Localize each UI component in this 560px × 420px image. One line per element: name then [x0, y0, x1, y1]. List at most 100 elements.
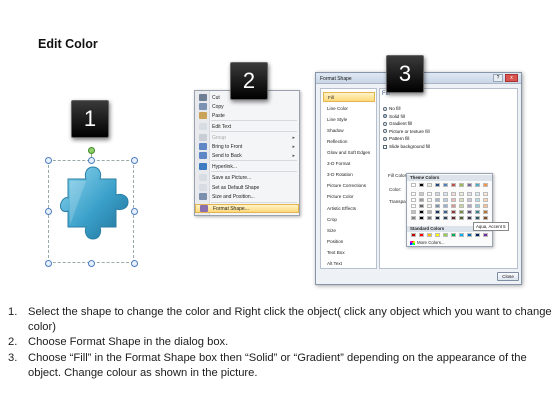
standard-color-swatch[interactable] — [427, 233, 432, 237]
theme-color-swatch[interactable] — [411, 183, 416, 187]
fill-option-pattern-fill[interactable]: Pattern fill — [383, 136, 409, 141]
resize-handle-bottom-right[interactable] — [131, 260, 138, 267]
theme-color-swatch[interactable] — [467, 210, 472, 214]
theme-color-swatch[interactable] — [475, 183, 480, 187]
menu-item-set-as-default-shape[interactable]: Set as Default Shape — [195, 183, 299, 192]
category-3-d-format[interactable]: 3-D Format — [323, 159, 375, 169]
category-3-d-rotation[interactable]: 3-D Rotation — [323, 170, 375, 180]
theme-color-swatch[interactable] — [467, 183, 472, 187]
menu-item-size-and-position[interactable]: Size and Position... — [195, 192, 299, 201]
menu-item-hyperlink[interactable]: Hyperlink... — [195, 162, 299, 171]
category-glow-and-soft-edges[interactable]: Glow and Soft Edges — [323, 148, 375, 158]
theme-color-swatch[interactable] — [451, 198, 456, 202]
theme-color-swatch[interactable] — [459, 183, 464, 187]
menu-item-bring-to-front[interactable]: Bring to Front ▸ — [195, 142, 299, 151]
theme-color-swatch[interactable] — [483, 198, 488, 202]
theme-color-swatch[interactable] — [459, 192, 464, 196]
theme-color-swatch[interactable] — [435, 210, 440, 214]
standard-color-swatch[interactable] — [451, 233, 456, 237]
standard-color-swatch[interactable] — [467, 233, 472, 237]
close-button[interactable]: Close — [497, 272, 519, 281]
radio-button[interactable] — [383, 129, 387, 134]
more-colors-option[interactable]: More Colors... — [410, 240, 445, 245]
fill-option-no-fill[interactable]: No fill — [383, 106, 401, 111]
theme-color-swatch[interactable] — [419, 192, 424, 196]
standard-color-swatch[interactable] — [475, 233, 480, 237]
standard-color-swatch[interactable] — [459, 233, 464, 237]
theme-color-swatch[interactable] — [419, 216, 424, 220]
theme-color-swatch[interactable] — [443, 198, 448, 202]
radio-button[interactable] — [383, 114, 387, 119]
category-fill[interactable]: Fill — [323, 92, 375, 102]
category-picture-corrections[interactable]: Picture Corrections — [323, 181, 375, 191]
theme-color-swatch[interactable] — [443, 192, 448, 196]
theme-color-swatch[interactable] — [459, 210, 464, 214]
theme-color-swatch[interactable] — [435, 216, 440, 220]
theme-color-swatch[interactable] — [427, 198, 432, 202]
theme-color-swatch[interactable] — [451, 183, 456, 187]
category-shadow[interactable]: Shadow — [323, 125, 375, 135]
checkbox[interactable] — [383, 144, 387, 149]
rotation-handle[interactable] — [88, 147, 95, 154]
theme-color-swatch[interactable] — [459, 198, 464, 202]
menu-item-paste[interactable]: Paste — [195, 111, 299, 120]
theme-color-swatch[interactable] — [467, 204, 472, 208]
theme-color-swatch[interactable] — [459, 204, 464, 208]
theme-color-swatch[interactable] — [435, 204, 440, 208]
category-line-color[interactable]: Line Color — [323, 103, 375, 113]
close-icon[interactable]: x — [505, 74, 518, 82]
theme-color-swatch[interactable] — [475, 210, 480, 214]
theme-color-swatch[interactable] — [443, 210, 448, 214]
fill-option-picture-or-texture-fill[interactable]: Picture or texture fill — [383, 129, 430, 134]
category-alt-text[interactable]: Alt Text — [323, 259, 375, 269]
menu-item-edit-text[interactable]: Edit Text — [195, 122, 299, 131]
theme-color-swatch[interactable] — [411, 216, 416, 220]
theme-color-swatch[interactable] — [419, 210, 424, 214]
theme-color-swatch[interactable] — [483, 192, 488, 196]
category-picture-color[interactable]: Picture Color — [323, 192, 375, 202]
fill-option-solid-fill[interactable]: Solid fill — [383, 114, 405, 119]
resize-handle-top[interactable] — [88, 157, 95, 164]
menu-item-save-as-picture[interactable]: Save as Picture... — [195, 173, 299, 182]
standard-color-swatch[interactable] — [483, 233, 488, 237]
resize-handle-top-right[interactable] — [131, 157, 138, 164]
resize-handle-bottom[interactable] — [88, 260, 95, 267]
standard-color-swatch[interactable] — [443, 233, 448, 237]
theme-color-swatch[interactable] — [435, 198, 440, 202]
theme-color-swatch[interactable] — [411, 210, 416, 214]
theme-color-swatch[interactable] — [435, 192, 440, 196]
theme-color-swatch[interactable] — [411, 192, 416, 196]
menu-item-copy[interactable]: Copy — [195, 102, 299, 111]
category-artistic-effects[interactable]: Artistic Effects — [323, 203, 375, 213]
theme-color-swatch[interactable] — [467, 192, 472, 196]
theme-color-swatch[interactable] — [427, 210, 432, 214]
theme-color-swatch[interactable] — [475, 192, 480, 196]
category-text-box[interactable]: Text Box — [323, 247, 375, 257]
standard-color-swatch[interactable] — [435, 233, 440, 237]
resize-handle-bottom-left[interactable] — [45, 260, 52, 267]
menu-item-send-to-back[interactable]: Send to Back ▸ — [195, 151, 299, 160]
theme-color-swatch[interactable] — [427, 204, 432, 208]
theme-color-swatch[interactable] — [483, 210, 488, 214]
category-position[interactable]: Position — [323, 236, 375, 246]
theme-color-swatch[interactable] — [483, 204, 488, 208]
theme-color-swatch[interactable] — [419, 198, 424, 202]
theme-color-swatch[interactable] — [419, 183, 424, 187]
category-reflection[interactable]: Reflection — [323, 136, 375, 146]
theme-color-swatch[interactable] — [467, 198, 472, 202]
theme-color-swatch[interactable] — [435, 183, 440, 187]
standard-color-swatch[interactable] — [411, 233, 416, 237]
standard-color-swatch[interactable] — [419, 233, 424, 237]
theme-color-swatch[interactable] — [411, 204, 416, 208]
theme-color-swatch[interactable] — [427, 192, 432, 196]
theme-color-swatch[interactable] — [475, 204, 480, 208]
category-line-style[interactable]: Line Style — [323, 114, 375, 124]
theme-color-swatch[interactable] — [451, 216, 456, 220]
radio-button[interactable] — [383, 121, 387, 126]
theme-color-swatch[interactable] — [459, 216, 464, 220]
theme-color-swatch[interactable] — [443, 204, 448, 208]
puzzle-piece-shape[interactable] — [60, 165, 130, 245]
theme-color-swatch[interactable] — [475, 216, 480, 220]
radio-button[interactable] — [383, 106, 387, 111]
resize-handle-right[interactable] — [131, 208, 138, 215]
